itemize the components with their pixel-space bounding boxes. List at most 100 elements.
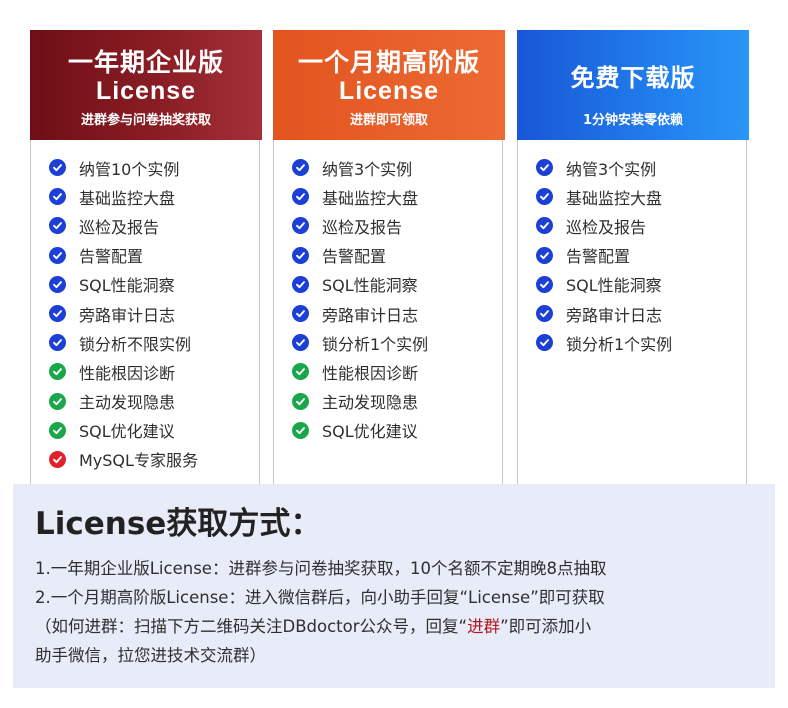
- plan-title: 免费下载版: [570, 64, 696, 92]
- feature-label: 主动发现隐患: [79, 393, 176, 413]
- plan-card-monthly: 一个月期高阶版 License 进群即可领取 纳管3个实例 基础监控大盘 巡检及报告…: [273, 30, 505, 485]
- feature-label: 性能根因诊断: [79, 363, 176, 383]
- check-circle-green-icon: [49, 421, 66, 439]
- feature-item: SQL优化建议: [292, 416, 496, 445]
- check-circle-green-icon: [292, 392, 309, 410]
- feature-label: MySQL专家服务: [79, 451, 198, 471]
- check-circle-blue-icon: [536, 188, 553, 206]
- feature-label: SQL性能洞察: [566, 276, 662, 296]
- info-lines: 1.一年期企业版License：进群参与问卷抽奖获取，10个名额不定期晚8点抽取…: [35, 554, 761, 670]
- feature-item: SQL性能洞察: [536, 270, 740, 299]
- check-circle-blue-icon: [49, 305, 66, 323]
- check-circle-blue-icon: [49, 334, 66, 352]
- feature-list: 纳管10个实例 基础监控大盘 巡检及报告告警配置 SQL性能洞察 旁路审计日志 锁分析不限…: [49, 153, 253, 474]
- feature-list: 纳管3个实例基础监控大盘 巡检及报告告警配置 SQL性能洞察 旁路审计日志锁分析1个实…: [536, 153, 740, 357]
- feature-label: SQL优化建议: [79, 422, 175, 442]
- feature-item: 基础监控大盘: [49, 182, 253, 211]
- feature-item: 基础监控大盘: [292, 182, 496, 211]
- check-circle-blue-icon: [49, 217, 66, 235]
- check-circle-blue-icon: [292, 275, 309, 293]
- plan-note: 进群即可领取: [349, 113, 428, 128]
- check-circle-green-icon: [49, 363, 66, 381]
- check-circle-blue-icon: [292, 305, 309, 323]
- feature-item: 纳管3个实例: [292, 153, 496, 182]
- check-circle-green-icon: [292, 421, 309, 439]
- check-circle-green-icon: [49, 392, 66, 410]
- check-circle-blue-icon: [536, 334, 553, 352]
- feature-item: 旁路审计日志: [49, 299, 253, 328]
- check-circle-red-icon: [49, 450, 66, 468]
- info-line-wechat: 助手微信，拉您进技术交流群）: [35, 646, 266, 665]
- feature-item: 性能根因诊断: [49, 357, 253, 386]
- plan-card-free: 免费下载版 1分钟安装零依赖 纳管3个实例基础监控大盘 巡检及报告告警配置 SQL性…: [517, 30, 749, 485]
- feature-item: 旁路审计日志: [292, 299, 496, 328]
- check-circle-blue-icon: [292, 188, 309, 206]
- feature-label: 基础监控大盘: [79, 188, 176, 208]
- plan-header-free: 免费下载版 1分钟安装零依赖: [517, 30, 749, 140]
- feature-label: 告警配置: [322, 247, 387, 267]
- feature-label: 巡检及报告: [566, 217, 647, 237]
- check-circle-blue-icon: [292, 217, 309, 235]
- feature-item: 旁路审计日志: [536, 299, 740, 328]
- info-line-join-group: （如何进群：扫描下方二维码关注DBdoctor公众号，回复“进群”即可添加小: [35, 612, 761, 641]
- feature-item: 主动发现隐患: [292, 387, 496, 416]
- feature-item: SQL优化建议: [49, 416, 253, 445]
- check-circle-blue-icon: [536, 217, 553, 235]
- plan-note: 1分钟安装零依赖: [582, 113, 684, 128]
- join-group-keyword: 进群: [467, 617, 501, 636]
- feature-item: SQL性能洞察: [292, 270, 496, 299]
- check-circle-blue-icon: [49, 275, 66, 293]
- info-line-enterprise: 1.一年期企业版License：进群参与问卷抽奖获取，10个名额不定期晚8点抽取: [35, 559, 607, 578]
- info-line3-after: ”即可添加小: [500, 617, 592, 636]
- feature-item: 基础监控大盘: [536, 182, 740, 211]
- plan-title: 一年期企业版: [67, 48, 224, 77]
- plan-subtitle: License: [338, 77, 440, 105]
- feature-list: 纳管3个实例 基础监控大盘 巡检及报告告警配置 SQL性能洞察 旁路审计日志 锁分析1个实…: [292, 153, 496, 445]
- plan-header-enterprise: 一年期企业版 License 进群参与问卷抽奖获取: [30, 30, 262, 140]
- feature-label: 性能根因诊断: [322, 363, 419, 383]
- feature-label: 基础监控大盘: [322, 188, 419, 208]
- feature-item: 告警配置: [49, 241, 253, 270]
- plan-card-enterprise: 一年期企业版 License 进群参与问卷抽奖获取 纳管10个实例 基础监控大盘巡…: [30, 30, 262, 485]
- feature-item: 告警配置: [292, 241, 496, 270]
- info-line3-before: （如何进群：扫描下方二维码关注DBdoctor公众号，回复“: [35, 617, 468, 636]
- feature-label: 巡检及报告: [79, 217, 160, 237]
- feature-label: 纳管10个实例: [79, 159, 180, 179]
- check-circle-blue-icon: [536, 159, 553, 177]
- plan-note: 进群参与问卷抽奖获取: [80, 113, 211, 128]
- license-info-panel: License获取方式： 1.一年期企业版License：进群参与问卷抽奖获取，…: [13, 484, 775, 688]
- feature-item: 锁分析不限实例: [49, 328, 253, 357]
- check-circle-blue-icon: [536, 246, 553, 264]
- feature-label: SQL优化建议: [322, 422, 418, 442]
- plan-header-monthly: 一个月期高阶版 License 进群即可领取: [273, 30, 505, 140]
- info-line-monthly: 2.一个月期高阶版License：进入微信群后，向小助手回复“License”即…: [35, 588, 605, 607]
- check-circle-green-icon: [292, 363, 309, 381]
- check-circle-blue-icon: [292, 159, 309, 177]
- check-circle-blue-icon: [536, 275, 553, 293]
- feature-label: 旁路审计日志: [566, 305, 663, 325]
- plan-subtitle: License: [95, 77, 197, 105]
- check-circle-blue-icon: [536, 305, 553, 323]
- feature-label: 基础监控大盘: [566, 188, 663, 208]
- feature-label: 主动发现隐患: [322, 393, 419, 413]
- check-circle-blue-icon: [49, 159, 66, 177]
- feature-label: 告警配置: [79, 247, 144, 267]
- feature-item: 性能根因诊断: [292, 357, 496, 386]
- feature-label: SQL性能洞察: [79, 276, 175, 296]
- feature-label: SQL性能洞察: [322, 276, 418, 296]
- feature-label: 旁路审计日志: [322, 305, 419, 325]
- check-circle-blue-icon: [292, 246, 309, 264]
- feature-item: 纳管10个实例: [49, 153, 253, 182]
- feature-label: 锁分析不限实例: [79, 334, 192, 354]
- feature-item: 巡检及报告: [292, 211, 496, 240]
- feature-item: 告警配置: [536, 241, 740, 270]
- feature-label: 巡检及报告: [322, 217, 403, 237]
- feature-label: 纳管3个实例: [322, 159, 413, 179]
- feature-label: 旁路审计日志: [79, 305, 176, 325]
- feature-item: 纳管3个实例: [536, 153, 740, 182]
- feature-item: 锁分析1个实例: [536, 328, 740, 357]
- feature-label: 告警配置: [566, 247, 631, 267]
- check-circle-blue-icon: [49, 246, 66, 264]
- plan-title: 一个月期高阶版: [297, 48, 480, 77]
- feature-label: 锁分析1个实例: [322, 334, 429, 354]
